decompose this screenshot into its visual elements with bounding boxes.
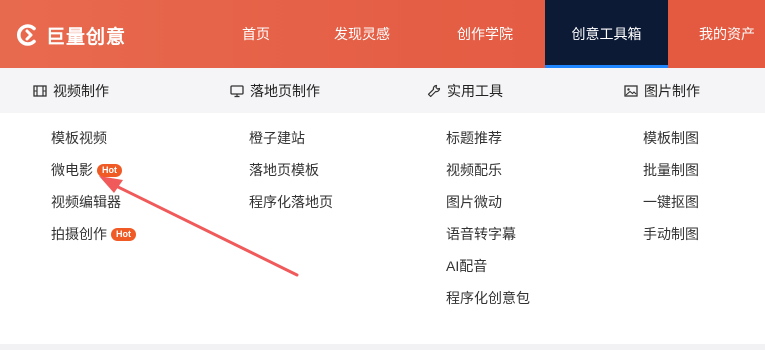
category-label: 视频制作	[53, 82, 109, 99]
brand-name: 巨量创意	[46, 26, 127, 48]
hot-badge: Hot	[111, 227, 136, 241]
category-image[interactable]: 图片制作	[624, 68, 700, 113]
nav-creative-toolbox[interactable]: 创意工具箱	[545, 0, 668, 68]
menu-item-label: 一键抠图	[643, 194, 699, 210]
menu-item-label: 拍摄创作	[51, 226, 107, 242]
film-icon	[33, 84, 47, 97]
wrench-icon	[427, 84, 441, 97]
menu-item-label: 程序化落地页	[249, 194, 333, 210]
menu-item-title-recommend[interactable]: 标题推荐	[446, 128, 502, 148]
menu-item-label: 视频编辑器	[51, 194, 121, 210]
menu-item-label: 标题推荐	[446, 130, 502, 146]
category-label: 实用工具	[447, 82, 503, 99]
menu-item-manual-image[interactable]: 手动制图	[643, 224, 699, 244]
category-video[interactable]: 视频制作	[33, 68, 109, 113]
monitor-icon	[230, 84, 244, 97]
menu-item-label: 手动制图	[643, 226, 699, 242]
menu-item-label: 模板制图	[643, 130, 699, 146]
menu-item-label: 批量制图	[643, 162, 699, 178]
menu-item-programmatic-landing[interactable]: 程序化落地页	[249, 192, 333, 212]
menu-item-orange-site[interactable]: 橙子建站	[249, 128, 305, 148]
menu-item-label: 语音转字幕	[446, 226, 516, 242]
menu-item-batch-image[interactable]: 批量制图	[643, 160, 699, 180]
category-utilities[interactable]: 实用工具	[427, 68, 503, 113]
hot-badge: Hot	[97, 163, 122, 177]
menu-item-label: 微电影	[51, 162, 93, 178]
nav-my-assets[interactable]: 我的资产	[690, 0, 765, 68]
category-label: 图片制作	[644, 82, 700, 99]
menu-item-one-click-cutout[interactable]: 一键抠图	[643, 192, 699, 212]
menu-item-programmatic-creative[interactable]: 程序化创意包	[446, 288, 530, 308]
menu-item-image-motion[interactable]: 图片微动	[446, 192, 502, 212]
bottom-divider	[0, 344, 765, 350]
logo-mark-icon	[17, 24, 36, 46]
brand-logo[interactable]: 巨量创意	[14, 22, 126, 48]
menu-item-speech-to-subtitle[interactable]: 语音转字幕	[446, 224, 516, 244]
menu-item-video-editor[interactable]: 视频编辑器	[51, 192, 121, 212]
category-label: 落地页制作	[250, 82, 320, 99]
toolbox-category-bar: 视频制作 落地页制作 实用工具 图片制作	[0, 68, 765, 113]
menu-item-template-image[interactable]: 模板制图	[643, 128, 699, 148]
menu-item-label: 模板视频	[51, 130, 107, 146]
menu-item-label: 视频配乐	[446, 162, 502, 178]
image-icon	[624, 84, 638, 97]
menu-item-ai-voiceover[interactable]: AI配音	[446, 256, 487, 276]
menu-item-template-video[interactable]: 模板视频	[51, 128, 107, 148]
top-nav-bar: 巨量创意 首页 发现灵感 创作学院 创意工具箱 我的资产	[0, 0, 765, 68]
menu-item-label: 橙子建站	[249, 130, 305, 146]
menu-item-video-music[interactable]: 视频配乐	[446, 160, 502, 180]
menu-item-label: AI配音	[446, 258, 488, 274]
menu-item-micro-film[interactable]: 微电影 Hot	[51, 160, 122, 180]
nav-creative-academy[interactable]: 创作学院	[445, 0, 525, 68]
menu-item-label: 程序化创意包	[446, 290, 530, 306]
menu-item-label: 图片微动	[446, 194, 502, 210]
menu-item-label: 落地页模板	[249, 162, 319, 178]
menu-item-shooting-creation[interactable]: 拍摄创作 Hot	[51, 224, 136, 244]
menu-item-landing-template[interactable]: 落地页模板	[249, 160, 319, 180]
nav-home[interactable]: 首页	[226, 0, 286, 68]
category-landing-page[interactable]: 落地页制作	[230, 68, 320, 113]
nav-discover-inspiration[interactable]: 发现灵感	[322, 0, 402, 68]
